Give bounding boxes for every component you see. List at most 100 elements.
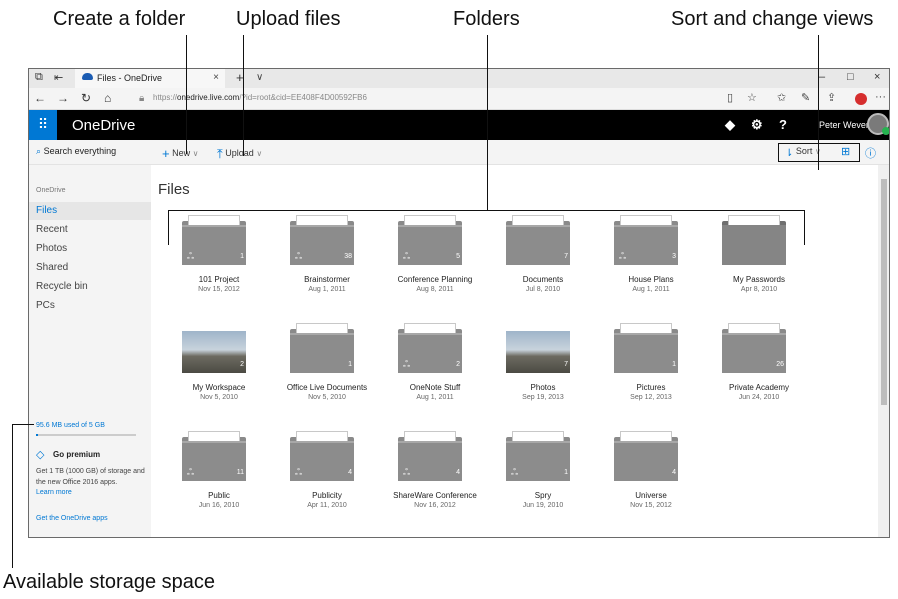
folder-name: Publicity — [312, 491, 342, 500]
folder-tile[interactable]: My Passwords Apr 8, 2010 — [705, 213, 813, 318]
storage-bar-fill — [36, 434, 38, 436]
folder-item-count: 2 — [456, 361, 460, 368]
folder-tile[interactable]: ஃ 1 101 Project Nov 15, 2012 — [165, 213, 273, 318]
command-bar: ⌕ Search everything + New ∨ ⤒ Upload ∨ ⇂… — [29, 140, 889, 165]
folder-front-icon — [614, 333, 678, 373]
learn-more-link[interactable]: Learn more — [36, 489, 72, 496]
folder-name: ShareWare Conference — [393, 491, 477, 500]
folder-tile[interactable]: 2 My Workspace Nov 5, 2010 — [165, 321, 273, 426]
sidebar-item-photos[interactable]: Photos — [29, 240, 151, 258]
get-apps-link[interactable]: Get the OneDrive apps — [36, 515, 108, 522]
folder-tile[interactable]: ஃ 2 OneNote Stuff Aug 1, 2011 — [381, 321, 489, 426]
maximize-button[interactable]: □ — [847, 71, 854, 83]
onedrive-header: ⠿ OneDrive ◆ ⚙ ? Peter Weverka — [29, 110, 889, 140]
help-icon[interactable]: ? — [779, 117, 787, 132]
plus-icon: + — [162, 146, 170, 161]
home-icon[interactable]: ⌂ — [104, 91, 111, 105]
scrollbar[interactable] — [878, 165, 889, 537]
sort-button[interactable]: ⇂ Sort ∨ — [785, 146, 821, 159]
forward-icon[interactable]: → — [57, 91, 69, 105]
chevron-down-icon: ∨ — [256, 149, 263, 158]
folder-front-icon — [506, 225, 570, 265]
shared-people-icon: ஃ — [403, 359, 411, 369]
grid-view-icon[interactable]: ⊞ — [841, 145, 850, 158]
folder-date: Aug 1, 2011 — [308, 286, 346, 293]
sidebar-item-files[interactable]: Files — [29, 202, 151, 220]
folder-tile[interactable]: 7 Photos Sep 19, 2013 — [489, 321, 597, 426]
tab-title: Files - OneDrive — [97, 73, 163, 83]
favorites-hub-icon[interactable]: ✩ — [777, 91, 786, 104]
folder-tile[interactable]: ஃ 5 Conference Planning Aug 8, 2011 — [381, 213, 489, 318]
tab-overview-icon[interactable]: ⧉ — [35, 71, 43, 84]
folder-tile[interactable]: ஃ 11 Public Jun 16, 2010 — [165, 429, 273, 534]
more-icon[interactable]: ··· — [875, 91, 886, 103]
search-input[interactable]: ⌕ Search everything — [36, 146, 116, 157]
folder-item-count: 38 — [344, 253, 352, 260]
main-content: Files ஃ 1 101 Project Nov 15, 2012 ஃ 38 Brains… — [151, 165, 878, 537]
extension-icon[interactable] — [855, 93, 867, 105]
app-launcher-icon[interactable]: ⠿ — [29, 110, 57, 140]
folder-tile[interactable]: ஃ 4 Publicity Apr 11, 2010 — [273, 429, 381, 534]
set-tabs-aside-icon[interactable]: ⇤ — [54, 71, 63, 84]
folder-tile[interactable]: ஃ 1 Spry Jun 19, 2010 — [489, 429, 597, 534]
favorite-star-icon[interactable]: ☆ — [747, 91, 757, 104]
shared-people-icon: ஃ — [295, 467, 303, 477]
folder-name: Conference Planning — [397, 275, 473, 284]
pen-icon[interactable]: ✎ — [801, 91, 810, 104]
folder-tile[interactable]: 26 Private Academy Jun 24, 2010 — [705, 321, 813, 426]
folder-tile[interactable]: ஃ 38 Brainstormer Aug 1, 2011 — [273, 213, 381, 318]
url-path: /?id=root&cid=EE408F4D00592FB6 — [239, 93, 367, 102]
scrollbar-thumb[interactable] — [881, 179, 887, 405]
minimize-button[interactable]: – — [819, 71, 825, 83]
shared-people-icon: ஃ — [403, 251, 411, 261]
brand-title[interactable]: OneDrive — [72, 117, 135, 134]
folder-front-icon — [614, 441, 678, 481]
premium-title[interactable]: Go premium — [53, 450, 100, 459]
sidebar-item-pcs[interactable]: PCs — [29, 297, 151, 315]
back-icon[interactable]: ← — [34, 91, 46, 105]
folder-date: Aug 1, 2011 — [416, 394, 454, 401]
sidebar-item-shared[interactable]: Shared — [29, 259, 151, 277]
folder-name: OneNote Stuff — [409, 383, 461, 392]
tab-menu-chevron-icon[interactable]: ∨ — [256, 72, 263, 83]
folder-tile[interactable]: 4 Universe Nov 15, 2012 — [597, 429, 705, 534]
upload-button[interactable]: ⤒ Upload ∨ — [217, 146, 262, 162]
callout-upload-files: Upload files — [236, 8, 341, 30]
close-window-button[interactable]: × — [874, 71, 880, 83]
folder-tile[interactable]: 1 Pictures Sep 12, 2013 — [597, 321, 705, 426]
folder-name: My Passwords — [732, 275, 785, 284]
sidebar-item-recycle-bin[interactable]: Recycle bin — [29, 278, 151, 296]
tab-close-icon[interactable]: × — [213, 72, 219, 83]
gear-icon[interactable]: ⚙ — [751, 117, 763, 133]
folder-name: Public — [208, 491, 230, 500]
page-title: Files — [158, 181, 190, 198]
folder-tile[interactable]: 1 Office Live Documents Nov 5, 2010 — [273, 321, 381, 426]
onedrive-cloud-icon — [82, 73, 93, 80]
reading-view-icon[interactable]: ▯ — [727, 91, 733, 104]
share-icon[interactable]: ⇪ — [827, 91, 836, 104]
folder-item-count: 7 — [564, 253, 568, 260]
callout-line-storage-h — [12, 424, 34, 425]
info-icon[interactable]: ⓘ — [865, 145, 876, 161]
folder-tile[interactable]: ஃ 4 ShareWare Conference Nov 16, 2012 — [381, 429, 489, 534]
folder-item-count: 1 — [564, 469, 568, 476]
folder-date: Nov 15, 2012 — [198, 286, 240, 293]
tab-onedrive[interactable]: Files - OneDrive × — [75, 69, 225, 88]
folder-item-count: 4 — [348, 469, 352, 476]
shared-people-icon: ஃ — [295, 251, 303, 261]
storage-usage-link[interactable]: 95.6 MB used of 5 GB — [36, 422, 105, 429]
folder-photo-thumbnail — [182, 331, 246, 373]
folder-item-count: 26 — [776, 361, 784, 368]
chat-icon[interactable]: ◆ — [725, 117, 735, 133]
folder-name: Spry — [534, 491, 552, 500]
new-button[interactable]: + New ∨ — [162, 146, 199, 161]
refresh-icon[interactable]: ↻ — [81, 91, 91, 105]
folder-tile[interactable]: 7 Documents Jul 8, 2010 — [489, 213, 597, 318]
tab-bar: ⧉ ⇤ Files - OneDrive × + ∨ – □ × — [29, 69, 889, 88]
folder-date: Apr 8, 2010 — [740, 286, 778, 293]
sidebar-item-recent[interactable]: Recent — [29, 221, 151, 239]
folder-item-count: 1 — [672, 361, 676, 368]
folder-tile[interactable]: ஃ 3 House Plans Aug 1, 2011 — [597, 213, 705, 318]
folders-bracket-right — [804, 210, 805, 245]
folder-date: Jun 16, 2010 — [198, 502, 240, 509]
